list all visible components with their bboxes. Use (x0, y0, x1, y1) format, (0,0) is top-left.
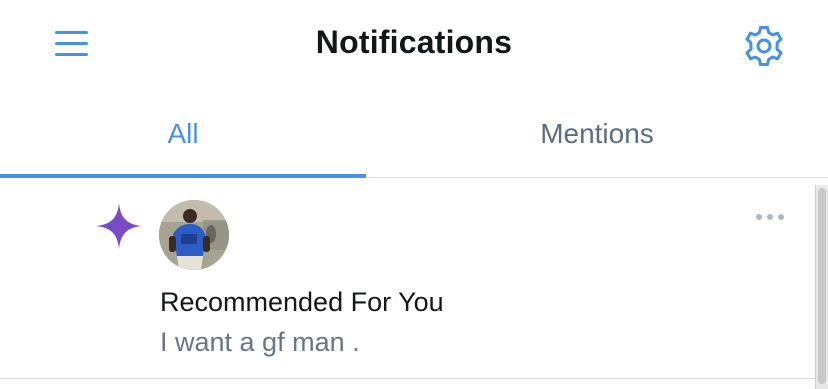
tab-all[interactable]: All (0, 90, 366, 178)
top-bar: Notifications (0, 0, 828, 90)
notification-item[interactable]: Recommended For You I want a gf man . (0, 179, 828, 379)
tab-mentions[interactable]: Mentions (366, 90, 828, 178)
notification-list: Recommended For You I want a gf man . (0, 179, 828, 389)
active-tab-indicator (0, 174, 366, 178)
notification-body: I want a gf man . (160, 327, 360, 357)
gear-icon[interactable] (740, 22, 788, 70)
avatar[interactable] (159, 200, 229, 270)
sparkle-icon (94, 201, 144, 251)
scrollbar-thumb[interactable] (818, 188, 826, 384)
page-title: Notifications (315, 24, 513, 60)
notification-title: Recommended For You (160, 287, 444, 317)
more-options-icon[interactable] (754, 207, 786, 227)
scrollbar[interactable] (815, 185, 828, 389)
notification-tabs: All Mentions (0, 90, 828, 178)
